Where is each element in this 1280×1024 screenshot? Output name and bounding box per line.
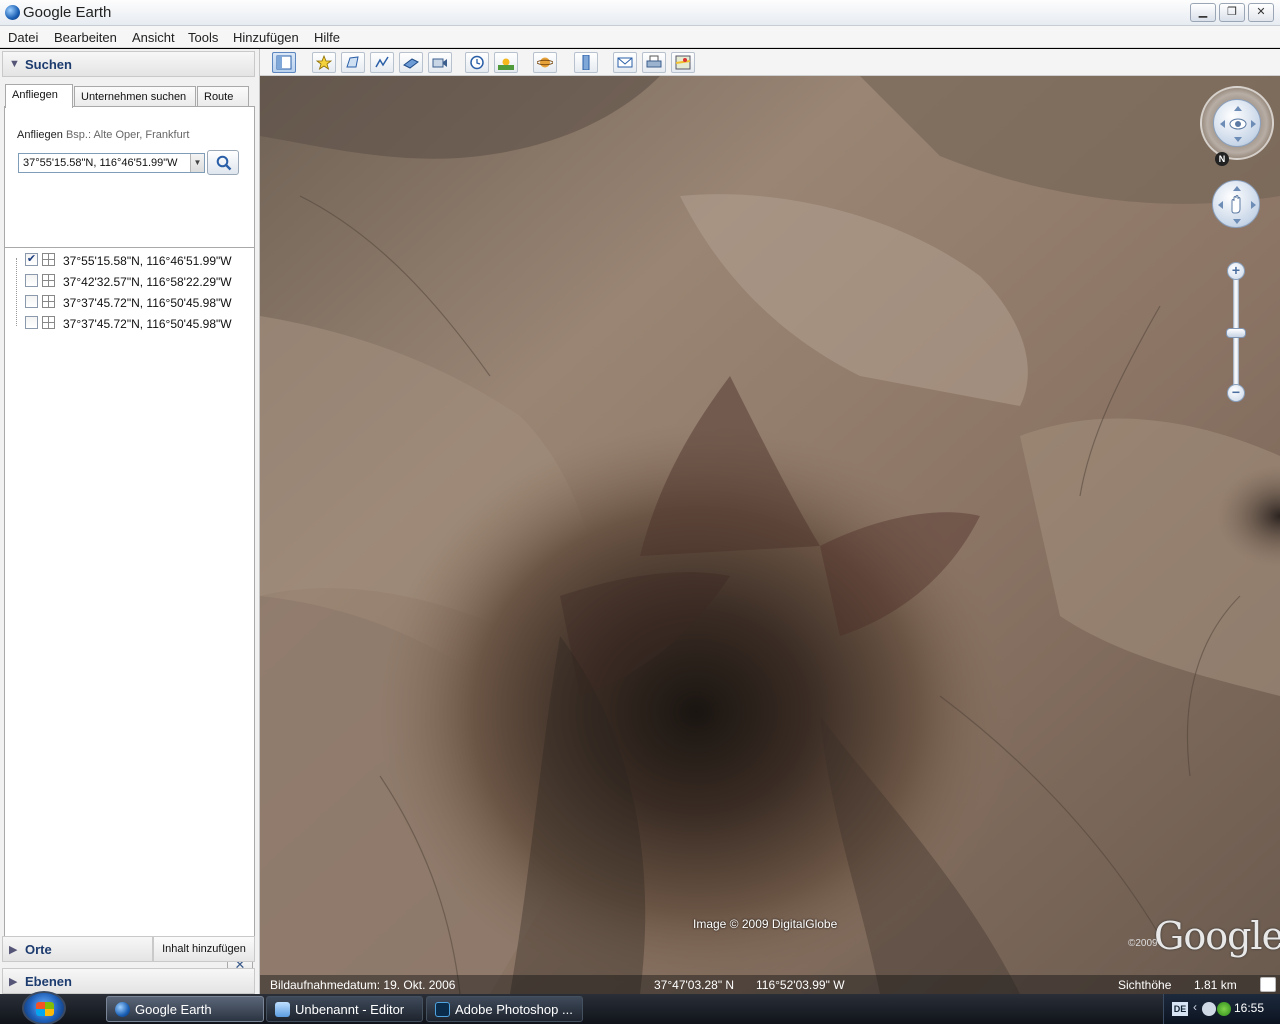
expand-triangle-icon: ▶	[9, 944, 18, 956]
result-label: 37°55'15.58"N, 116°46'51.99"W	[63, 254, 232, 268]
collapse-triangle-icon: ▼	[9, 58, 20, 70]
photoshop-icon	[435, 1002, 450, 1017]
move-joystick[interactable]	[1212, 180, 1260, 228]
image-overlay-icon[interactable]	[399, 52, 423, 73]
menu-tools[interactable]: Tools	[188, 30, 218, 45]
list-item[interactable]: 37°42'32.57"N, 116°58'22.29"W	[5, 271, 255, 292]
menu-bar: Datei Bearbeiten Ansicht Tools Hinzufüge…	[0, 26, 1280, 48]
network-icon[interactable]	[1202, 1002, 1216, 1016]
notepad-icon	[275, 1002, 290, 1017]
tab-fly-to[interactable]: Anfliegen	[5, 84, 73, 108]
restore-button[interactable]: ❐	[1219, 3, 1245, 22]
taskbar-item-google-earth[interactable]: Google Earth	[106, 996, 264, 1022]
tab-directions[interactable]: Route	[197, 86, 249, 108]
places-panel-header[interactable]: ▶ Orte	[2, 936, 153, 962]
north-indicator[interactable]: N	[1215, 152, 1229, 166]
title-bar: Google Earth ▁ ❐ ✕	[0, 0, 1280, 26]
ruler-icon[interactable]	[574, 52, 598, 73]
layers-panel-header[interactable]: ▶ Ebenen	[2, 968, 255, 994]
search-box	[4, 106, 255, 248]
start-button[interactable]	[22, 991, 66, 1024]
eye-altitude-label: Sichthöhe	[1118, 978, 1172, 992]
placemark-icon	[42, 253, 55, 266]
menu-file[interactable]: Datei	[8, 30, 38, 45]
record-tour-icon[interactable]	[428, 52, 452, 73]
security-status-icon[interactable]	[1217, 1002, 1231, 1016]
taskbar-item-notepad[interactable]: Unbenannt - Editor	[266, 996, 423, 1022]
historical-imagery-icon[interactable]	[465, 52, 489, 73]
polygon-icon[interactable]	[341, 52, 365, 73]
windows-logo-icon	[36, 1002, 54, 1016]
close-button[interactable]: ✕	[1248, 3, 1274, 22]
email-icon[interactable]	[613, 52, 637, 73]
path-icon[interactable]	[370, 52, 394, 73]
result-checkbox[interactable]	[25, 316, 38, 329]
result-checkbox[interactable]: ✔	[25, 253, 38, 266]
result-label: 37°37'45.72"N, 116°50'45.98"W	[63, 317, 232, 331]
eye-altitude-value: 1.81 km	[1194, 978, 1237, 992]
show-hidden-icons-icon[interactable]: ‹	[1193, 1000, 1197, 1014]
system-tray: DE ‹ 16:55	[1163, 994, 1280, 1024]
window-title: Google Earth	[23, 4, 112, 21]
menu-help[interactable]: Hilfe	[314, 30, 340, 45]
placemark-icon[interactable]	[312, 52, 336, 73]
placemark-icon	[42, 274, 55, 287]
left-panel: ▼ Suchen Anfliegen Unternehmen suchen Ro…	[0, 49, 260, 994]
look-joystick[interactable]	[1200, 86, 1274, 160]
search-panel-header[interactable]: ▼ Suchen	[2, 51, 255, 77]
tab-find-businesses[interactable]: Unternehmen suchen	[74, 86, 196, 108]
planets-icon[interactable]	[533, 52, 557, 73]
longitude-readout: 116°52'03.99" W	[756, 978, 845, 992]
search-button[interactable]	[207, 150, 239, 175]
status-bar: Bildaufnahmedatum: 19. Okt. 2006 37°47'0…	[260, 975, 1280, 994]
list-item[interactable]: 37°37'45.72"N, 116°50'45.98"W	[5, 313, 255, 334]
google-maps-icon[interactable]	[671, 52, 695, 73]
print-icon[interactable]	[642, 52, 666, 73]
fly-to-input[interactable]	[18, 153, 205, 173]
list-item[interactable]: 37°37'45.72"N, 116°50'45.98"W	[5, 292, 255, 313]
zoom-in-button[interactable]: +	[1227, 262, 1245, 280]
minimize-button[interactable]: ▁	[1190, 3, 1216, 22]
toolbar	[260, 49, 1280, 76]
menu-edit[interactable]: Bearbeiten	[54, 30, 117, 45]
sunlight-icon[interactable]	[494, 52, 518, 73]
result-label: 37°37'45.72"N, 116°50'45.98"W	[63, 296, 232, 310]
image-credit: Image © 2009 DigitalGlobe	[693, 917, 838, 931]
zoom-slider-handle[interactable]	[1226, 328, 1246, 338]
result-label: 37°42'32.57"N, 116°58'22.29"W	[63, 275, 232, 289]
satellite-terrain-image	[260, 76, 1280, 994]
latitude-readout: 37°47'03.28" N	[654, 978, 735, 992]
imagery-date: Bildaufnahmedatum: 19. Okt. 2006	[270, 978, 456, 992]
search-icon	[216, 155, 232, 171]
language-indicator[interactable]: DE	[1172, 1002, 1188, 1016]
earth-view[interactable]: Image © 2009 DigitalGlobe ©2009 Google N…	[260, 76, 1280, 994]
result-checkbox[interactable]	[25, 295, 38, 308]
google-earth-logo-icon	[5, 5, 20, 20]
zoom-out-button[interactable]: −	[1227, 384, 1245, 402]
hand-icon	[1218, 186, 1256, 224]
eye-icon[interactable]	[1213, 99, 1261, 147]
list-item[interactable]: ✔ 37°55'15.58"N, 116°46'51.99"W	[5, 250, 255, 271]
google-logo: Google	[1154, 914, 1280, 958]
add-content-button[interactable]: Inhalt hinzufügen	[153, 936, 255, 962]
menu-add[interactable]: Hinzufügen	[233, 30, 299, 45]
placemark-icon	[42, 295, 55, 308]
placemark-icon	[42, 316, 55, 329]
menu-view[interactable]: Ansicht	[132, 30, 175, 45]
fly-to-dropdown-arrow-icon[interactable]: ▼	[190, 154, 204, 172]
expand-triangle-icon: ▶	[9, 976, 18, 988]
search-results-list: ✔ 37°55'15.58"N, 116°46'51.99"W 37°42'32…	[4, 247, 255, 947]
taskbar: Google Earth Unbenannt - Editor Adobe Ph…	[0, 991, 1280, 1024]
sidebar-toggle-icon[interactable]	[272, 52, 296, 73]
google-earth-icon	[115, 1002, 130, 1017]
streaming-status-icon	[1260, 977, 1276, 992]
fly-to-hint: Bsp.: Alte Oper, Frankfurt	[65, 129, 190, 141]
result-checkbox[interactable]	[25, 274, 38, 287]
taskbar-item-photoshop[interactable]: Adobe Photoshop ...	[426, 996, 583, 1022]
clock[interactable]: 16:55	[1234, 1001, 1264, 1015]
fly-to-label: Anfliegen Bsp.: Alte Oper, Frankfurt	[17, 129, 190, 141]
